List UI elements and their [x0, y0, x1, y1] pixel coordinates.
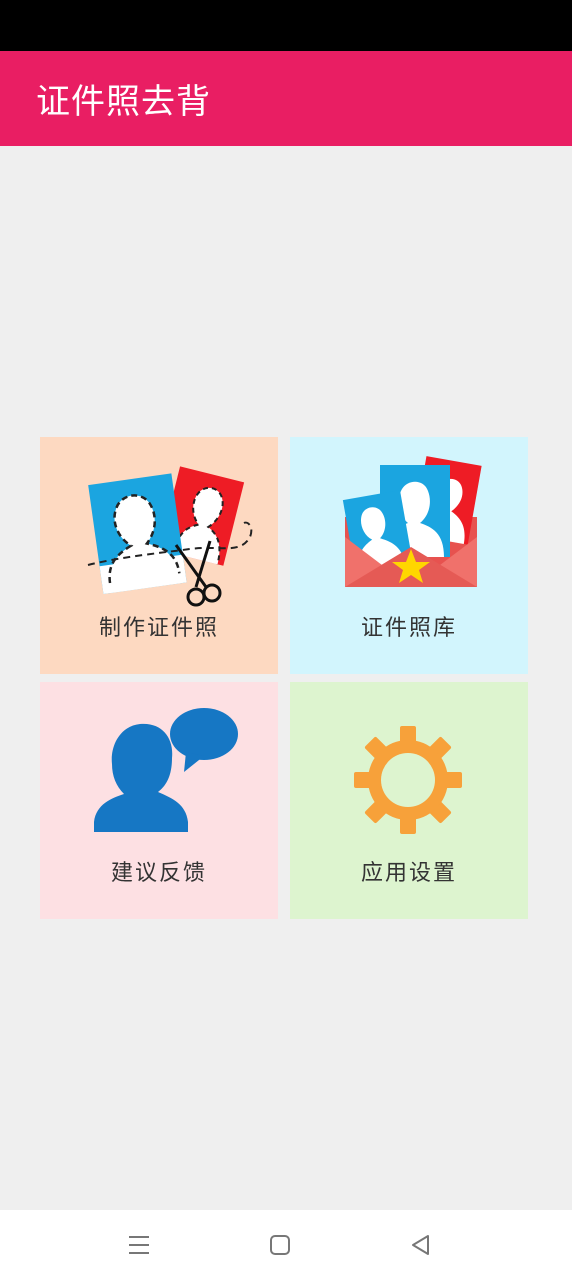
- back-icon[interactable]: [408, 1232, 434, 1258]
- tile-label: 应用设置: [360, 861, 457, 886]
- tile-label: 证件照库: [360, 616, 457, 641]
- feedback-icon: [94, 708, 238, 832]
- settings-tile[interactable]: 应用设置: [290, 682, 528, 919]
- photo-cutout-icon: [87, 466, 253, 607]
- status-bar: [0, 0, 572, 51]
- photo-library-icon: [342, 456, 482, 587]
- page-title: 证件照去背: [36, 82, 211, 122]
- tile-label: 制作证件照: [98, 616, 219, 641]
- make-id-photo-tile[interactable]: 制作证件照: [40, 437, 278, 674]
- photo-library-tile[interactable]: 证件照库: [290, 437, 528, 674]
- feedback-tile[interactable]: 建议反馈: [40, 682, 278, 919]
- app-bar: 证件照去背: [0, 51, 572, 146]
- menu-icon[interactable]: [126, 1232, 152, 1258]
- gear-icon: [354, 726, 462, 834]
- tile-label: 建议反馈: [110, 861, 207, 886]
- system-nav-bar: [0, 1210, 572, 1280]
- home-icon[interactable]: [267, 1232, 293, 1258]
- menu-grid: 制作证件照 证件照库 建议反馈 应用设置: [40, 437, 528, 920]
